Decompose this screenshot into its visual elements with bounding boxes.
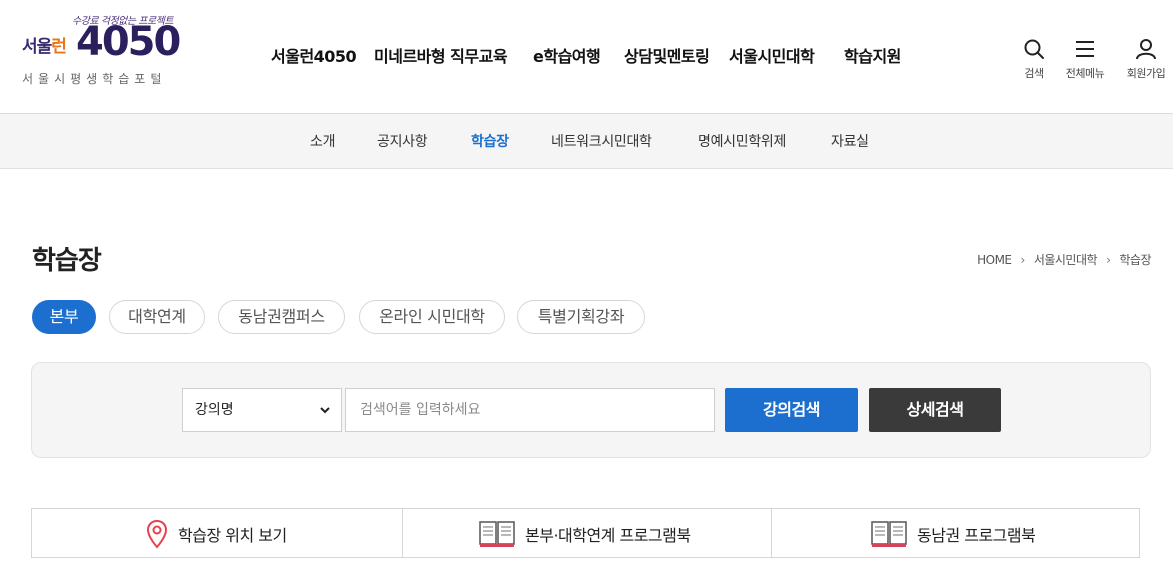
subnav-archive[interactable]: 자료실 bbox=[831, 131, 869, 151]
hamburger-menu-icon bbox=[1076, 41, 1094, 57]
southeast-programbook-link[interactable]: 동남권 프로그램북 bbox=[771, 509, 1141, 557]
tab-online-university[interactable]: 온라인 시민대학 bbox=[359, 300, 505, 334]
tab-university-link[interactable]: 대학연계 bbox=[109, 300, 205, 334]
breadcrumb: HOME › 서울시민대학 › 학습장 bbox=[977, 251, 1151, 268]
nav-citizen-university[interactable]: 서울시민대학 bbox=[729, 43, 815, 67]
lecture-search-button[interactable]: 강의검색 bbox=[725, 388, 858, 432]
search-utility-label: 검색 bbox=[1024, 67, 1044, 80]
map-pin-icon bbox=[146, 519, 168, 549]
full-menu-label: 전체메뉴 bbox=[1065, 67, 1105, 80]
search-input[interactable] bbox=[345, 388, 715, 432]
search-type-select[interactable]: 강의명 bbox=[182, 388, 342, 432]
breadcrumb-home[interactable]: HOME bbox=[977, 253, 1012, 267]
user-icon bbox=[1136, 39, 1156, 60]
breadcrumb-citizen-university[interactable]: 서울시민대학 bbox=[1034, 253, 1098, 267]
chevron-right-icon: › bbox=[1106, 253, 1111, 267]
book-icon bbox=[479, 521, 515, 547]
detail-search-button[interactable]: 상세검색 bbox=[869, 388, 1001, 432]
tab-headquarters[interactable]: 본부 bbox=[32, 300, 96, 334]
chevron-down-icon bbox=[320, 407, 330, 414]
subnav-network-university[interactable]: 네트워크시민대학 bbox=[551, 131, 652, 151]
breadcrumb-current[interactable]: 학습장 bbox=[1119, 253, 1151, 267]
site-logo[interactable]: 수강료 걱정없는 프로젝트 서울런 4050 서울시평생학습포털 bbox=[20, 10, 181, 92]
nav-counseling[interactable]: 상담및멘토링 bbox=[624, 43, 710, 67]
location-link-label: 학습장 위치 보기 bbox=[178, 526, 287, 545]
subnav-intro[interactable]: 소개 bbox=[310, 131, 335, 151]
quick-links: 학습장 위치 보기 본부·대학연계 프로그램북 동남권 프로그램북 bbox=[31, 508, 1140, 558]
search-type-value: 강의명 bbox=[195, 402, 234, 418]
book-icon bbox=[871, 521, 907, 547]
logo-number: 4050 bbox=[76, 19, 181, 65]
search-icon bbox=[1024, 39, 1044, 59]
southeast-programbook-label: 동남권 프로그램북 bbox=[917, 526, 1036, 545]
hq-programbook-link[interactable]: 본부·대학연계 프로그램북 bbox=[402, 509, 771, 557]
subnav-notice[interactable]: 공지사항 bbox=[377, 131, 428, 151]
logo-tagline: 서울시평생학습포털 bbox=[22, 72, 167, 86]
chevron-right-icon: › bbox=[1020, 253, 1026, 267]
subnav-learning-place[interactable]: 학습장 bbox=[471, 131, 509, 151]
search-panel: 강의명 강의검색 상세검색 bbox=[31, 362, 1151, 458]
nav-learning-support[interactable]: 학습지원 bbox=[844, 43, 901, 67]
sub-nav: 소개 공지사항 학습장 네트워크시민대학 명예시민학위제 자료실 bbox=[0, 114, 1173, 169]
nav-e-learning-trip[interactable]: e학습여행 bbox=[533, 43, 601, 67]
tab-southeast-campus[interactable]: 동남권캠퍼스 bbox=[218, 300, 345, 334]
page-title: 학습장 bbox=[32, 246, 102, 276]
full-menu-button[interactable]: 전체메뉴 bbox=[1058, 38, 1112, 81]
search-utility-button[interactable]: 검색 bbox=[1007, 38, 1061, 81]
subnav-honorary-degree[interactable]: 명예시민학위제 bbox=[698, 131, 786, 151]
nav-seoulrun4050[interactable]: 서울런4050 bbox=[271, 43, 357, 67]
logo-seoul: 서울런 bbox=[22, 37, 67, 57]
join-label: 회원가입 bbox=[1126, 67, 1166, 80]
join-button[interactable]: 회원가입 bbox=[1119, 38, 1173, 81]
nav-minerva[interactable]: 미네르바형 직무교육 bbox=[374, 43, 508, 67]
tab-special-lectures[interactable]: 특별기획강좌 bbox=[517, 300, 645, 334]
hq-programbook-label: 본부·대학연계 프로그램북 bbox=[525, 526, 691, 545]
site-header: 수강료 걱정없는 프로젝트 서울런 4050 서울시평생학습포털 서울런4050… bbox=[0, 0, 1173, 114]
location-link[interactable]: 학습장 위치 보기 bbox=[32, 509, 402, 557]
